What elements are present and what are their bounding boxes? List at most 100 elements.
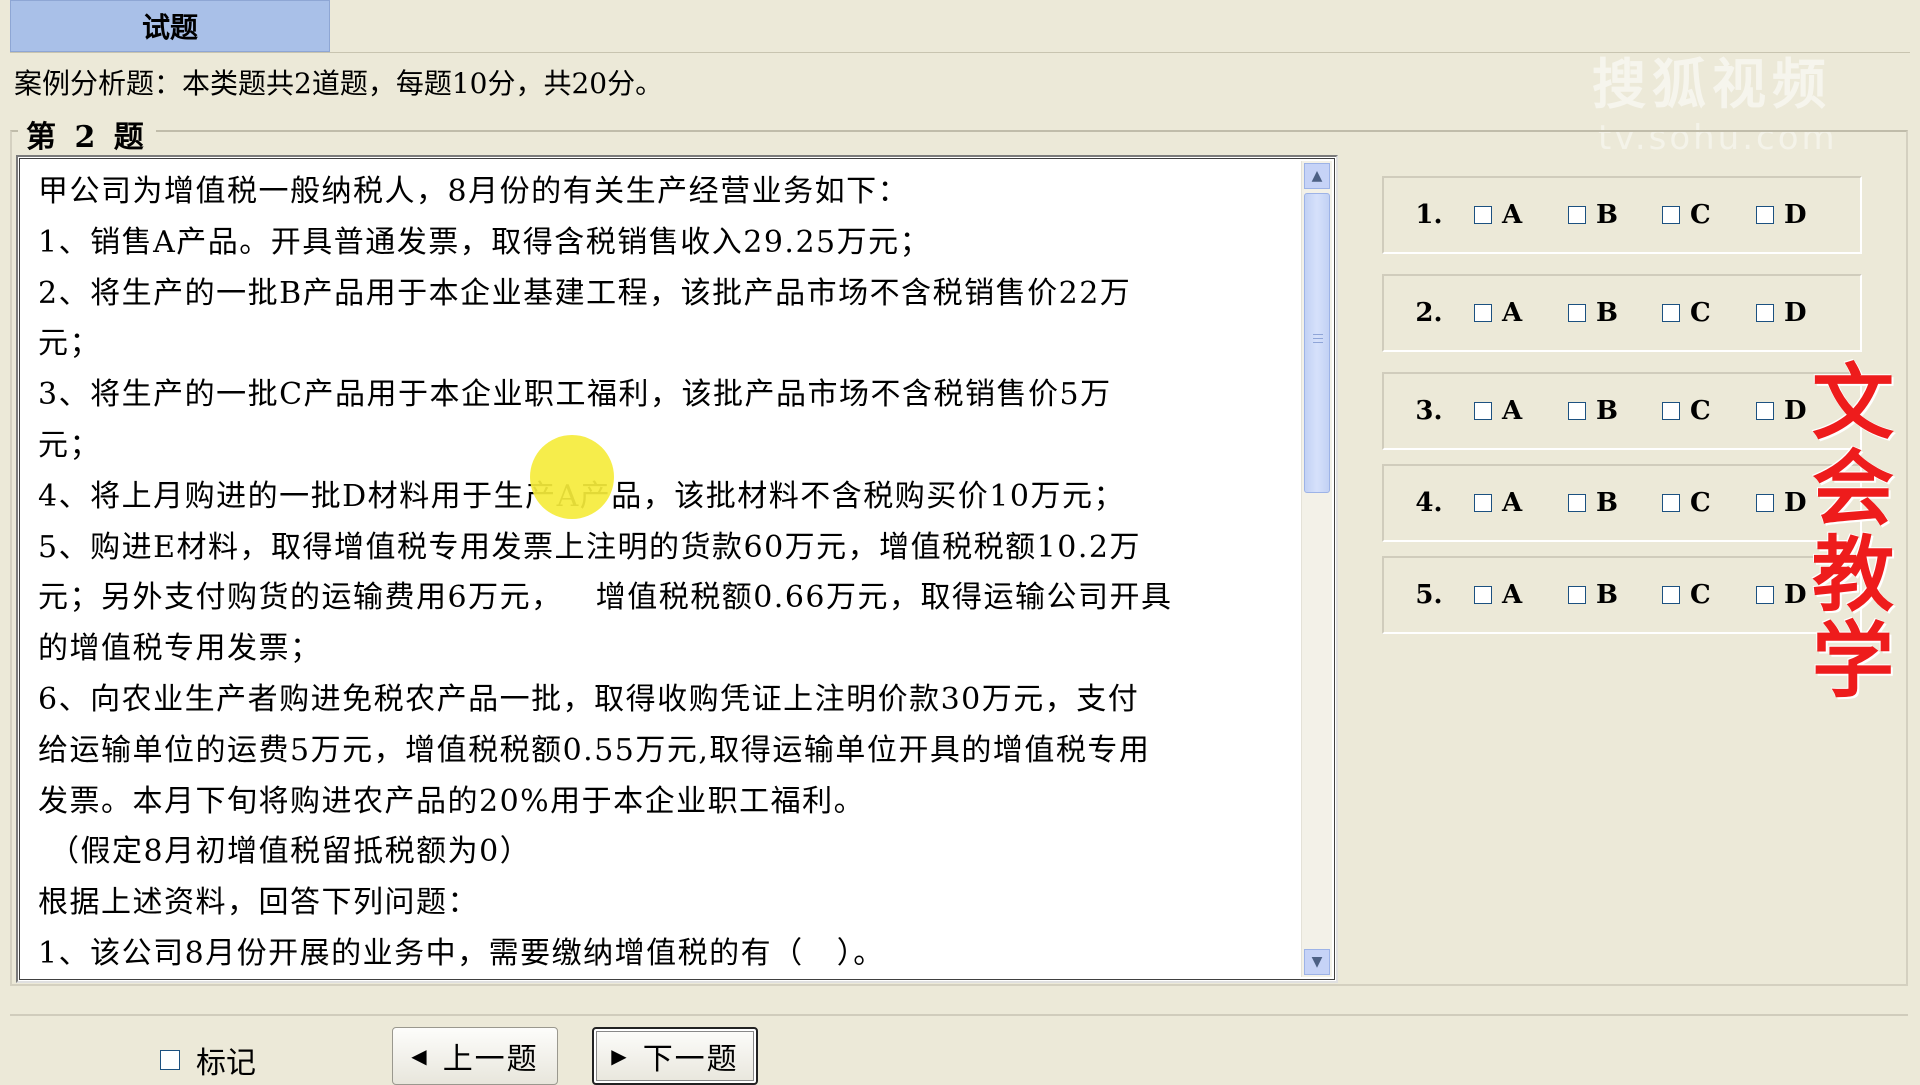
arrow-down-icon[interactable]: ▼ xyxy=(1304,949,1330,975)
answer-option[interactable]: D xyxy=(1756,298,1850,328)
checkbox-icon[interactable] xyxy=(1568,586,1586,604)
answer-row: 4. A B C D xyxy=(1382,464,1862,542)
answer-row: 1. A B C D xyxy=(1382,176,1862,254)
option-label: C xyxy=(1690,580,1711,610)
watermark-logo: 搜狐视频 xyxy=(1592,53,1832,116)
option-label: A xyxy=(1502,396,1523,426)
option-label: D xyxy=(1784,488,1807,518)
checkbox-icon[interactable] xyxy=(1756,402,1774,420)
question-line: 6、向农业生产者购进免税农产品一批，取得收购凭证上注明价款30万元，支付 xyxy=(38,681,1140,717)
checkbox-icon[interactable] xyxy=(1756,206,1774,224)
answer-option[interactable]: C xyxy=(1662,396,1756,426)
prev-label: 上一题 xyxy=(442,1042,539,1077)
arrow-up-icon[interactable]: ▲ xyxy=(1304,163,1330,189)
section-description: 案例分析题：本类题共2道题，每题10分，共20分。 xyxy=(14,67,664,100)
mark-label: 标记 xyxy=(196,1046,256,1081)
vertical-scrollbar[interactable]: ▲ ▼ xyxy=(1301,161,1332,977)
checkbox-icon[interactable] xyxy=(1568,402,1586,420)
option-label: C xyxy=(1690,488,1711,518)
answer-option[interactable]: C xyxy=(1662,200,1756,230)
cursor-highlight xyxy=(530,435,614,519)
checkbox-icon[interactable] xyxy=(1662,304,1680,322)
checkbox-icon[interactable] xyxy=(160,1050,180,1070)
mark-checkbox[interactable]: 标记 xyxy=(160,1038,256,1082)
answer-option[interactable]: A xyxy=(1474,580,1568,610)
footer-bar xyxy=(10,1014,1908,1082)
checkbox-icon[interactable] xyxy=(1568,494,1586,512)
option-label: B xyxy=(1596,396,1618,426)
checkbox-icon[interactable] xyxy=(1756,304,1774,322)
question-line: 元； xyxy=(38,326,101,362)
prev-question-button[interactable]: ◀ 上一题 xyxy=(392,1027,558,1085)
triangle-right-icon: ▶ xyxy=(611,1044,629,1068)
question-line: 4、将上月购进的一批D材料用于生产A产品，该批材料不含税购买价10万元； xyxy=(38,472,1308,523)
tab-questions[interactable]: 试题 xyxy=(10,0,330,52)
question-line: 5、购进E材料，取得增值税专用发票上注明的货款60万元，增值税税额10.2万 xyxy=(38,529,1141,565)
question-line: 给运输单位的运费5万元，增值税税额0.55万元,取得运输单位开具的增值税专用 xyxy=(38,732,1151,768)
answer-row: 2. A B C D xyxy=(1382,274,1862,352)
answer-option[interactable]: B xyxy=(1568,396,1662,426)
option-label: A xyxy=(1502,580,1523,610)
answer-number: 1. xyxy=(1415,200,1443,230)
checkbox-icon[interactable] xyxy=(1474,304,1492,322)
question-line: 甲公司为增值税一般纳税人，8月份的有关生产经营业务如下： xyxy=(38,174,910,209)
option-label: B xyxy=(1596,200,1618,230)
answer-option[interactable]: A xyxy=(1474,298,1568,328)
option-label: A xyxy=(1502,488,1523,518)
checkbox-icon[interactable] xyxy=(1474,586,1492,604)
tab-label: 试题 xyxy=(141,11,198,44)
option-label: D xyxy=(1784,396,1807,426)
question-text: 甲公司为增值税一般纳税人，8月份的有关生产经营业务如下： 1、销售A产品。开具普通… xyxy=(38,167,1308,980)
question-line: 元；另外支付购货的运输费用6万元， 增值税税额0.66万元，取得运输公司开具 xyxy=(38,580,1173,616)
question-line: 根据上述资料，回答下列问题： xyxy=(38,885,479,921)
answer-number: 2. xyxy=(1415,298,1443,328)
triangle-left-icon: ◀ xyxy=(411,1044,429,1068)
question-line: 发票。本月下旬将购进农产品的20%用于本企业职工福利。 xyxy=(38,783,866,819)
option-label: C xyxy=(1690,200,1711,230)
answer-option[interactable]: B xyxy=(1568,488,1662,518)
question-line: 1、销售A产品。开具普通发票，取得含税销售收入29.25万元； xyxy=(38,224,932,260)
stamp-logo: 文会教学 xyxy=(1811,355,1894,709)
checkbox-icon[interactable] xyxy=(1662,206,1680,224)
answer-option[interactable]: B xyxy=(1568,298,1662,328)
answer-option[interactable]: C xyxy=(1662,488,1756,518)
answer-option[interactable]: D xyxy=(1756,200,1850,230)
checkbox-icon[interactable] xyxy=(1662,494,1680,512)
scrollbar-thumb[interactable] xyxy=(1304,193,1330,493)
answer-row: 5. A B C D xyxy=(1382,556,1862,634)
checkbox-icon[interactable] xyxy=(1474,402,1492,420)
question-line: （假定8月初增值税留抵税额为0） xyxy=(38,834,532,870)
question-text-area[interactable]: 甲公司为增值税一般纳税人，8月份的有关生产经营业务如下： 1、销售A产品。开具普通… xyxy=(16,155,1338,983)
option-label: C xyxy=(1690,396,1711,426)
answer-number: 5. xyxy=(1415,580,1443,610)
question-line: 1、该公司8月份开展的业务中，需要缴纳增值税的有（ ）。 xyxy=(38,935,885,971)
option-label: B xyxy=(1596,488,1618,518)
next-question-button[interactable]: ▶ 下一题 xyxy=(592,1027,758,1085)
option-label: B xyxy=(1596,580,1618,610)
checkbox-icon[interactable] xyxy=(1756,494,1774,512)
answer-option[interactable]: C xyxy=(1662,298,1756,328)
option-label: C xyxy=(1690,298,1711,328)
answer-option[interactable]: C xyxy=(1662,580,1756,610)
answer-option[interactable]: B xyxy=(1568,200,1662,230)
answer-number: 4. xyxy=(1415,488,1443,518)
option-label: D xyxy=(1784,200,1807,230)
answer-option[interactable]: A xyxy=(1474,200,1568,230)
option-label: D xyxy=(1784,580,1807,610)
question-number: 第 2 题 xyxy=(18,112,156,156)
checkbox-icon[interactable] xyxy=(1662,586,1680,604)
question-line: 3、将生产的一批C产品用于本企业职工福利，该批产品市场不含税销售价5万 xyxy=(38,377,1112,413)
checkbox-icon[interactable] xyxy=(1568,206,1586,224)
checkbox-icon[interactable] xyxy=(1474,206,1492,224)
answer-option[interactable]: B xyxy=(1568,580,1662,610)
checkbox-icon[interactable] xyxy=(1662,402,1680,420)
answer-option[interactable]: A xyxy=(1474,488,1568,518)
checkbox-icon[interactable] xyxy=(1756,586,1774,604)
answer-number: 3. xyxy=(1415,396,1443,426)
checkbox-icon[interactable] xyxy=(1568,304,1586,322)
answer-option[interactable]: A xyxy=(1474,396,1568,426)
question-line: 的增值税专用发票； xyxy=(38,631,322,667)
option-label: A xyxy=(1502,200,1523,230)
checkbox-icon[interactable] xyxy=(1474,494,1492,512)
next-label: 下一题 xyxy=(642,1042,739,1077)
